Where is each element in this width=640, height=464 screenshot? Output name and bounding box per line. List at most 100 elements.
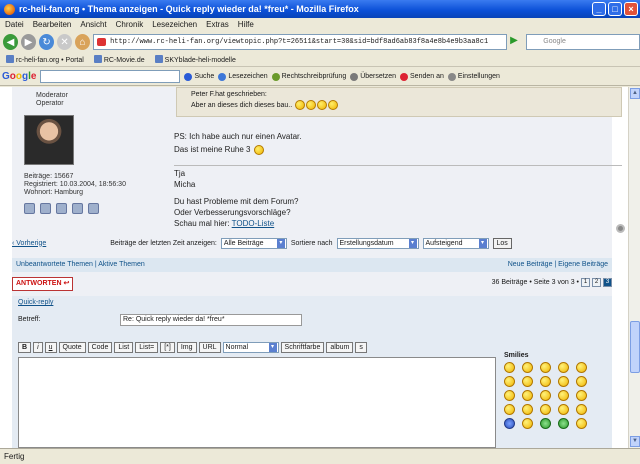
unanswered-active-links[interactable]: Unbeantwortete Themen | Aktive Themen — [16, 261, 145, 268]
sort-order-select[interactable]: Aufsteigend — [422, 237, 489, 249]
code-button[interactable]: Code — [87, 342, 113, 353]
minimize-button[interactable]: _ — [592, 2, 606, 16]
font-size-select[interactable]: Normal — [222, 342, 279, 353]
smiley-icon — [306, 100, 317, 110]
scroll-up-icon[interactable]: ▲ — [630, 88, 640, 99]
menu-lesezeichen[interactable]: Lesezeichen — [152, 20, 197, 29]
smiley-icon — [317, 100, 328, 110]
smiley-icon[interactable] — [576, 418, 587, 429]
smiley-icon[interactable] — [522, 404, 533, 415]
forward-icon[interactable]: ▶ — [21, 34, 37, 50]
translate-button[interactable]: Übersetzen — [350, 72, 396, 81]
post-count-text: 36 Beiträge • Seite 3 von 3 • — [491, 279, 579, 286]
website-icon[interactable] — [56, 203, 67, 214]
page-link[interactable]: 1 — [581, 278, 590, 287]
time-filter-select[interactable]: Alle Beiträge — [220, 237, 287, 249]
ordered-list-button[interactable]: List= — [135, 342, 159, 353]
image-button[interactable]: Img — [176, 342, 197, 353]
smiley-icon[interactable] — [558, 390, 569, 401]
smiley-icon[interactable] — [522, 418, 533, 429]
back-icon[interactable]: ◀ — [3, 34, 19, 50]
bookmark-item[interactable]: SKYblade-heli-modelle — [154, 55, 236, 64]
msn-icon[interactable] — [88, 203, 99, 214]
bookmark-item[interactable]: RC-Movie.de — [93, 55, 145, 64]
menu-hilfe[interactable]: Hilfe — [238, 20, 254, 29]
smiley-icon[interactable] — [504, 418, 515, 429]
new-own-posts-links[interactable]: Neue Beiträge | Eigene Beiträge — [508, 258, 608, 272]
gear-icon[interactable] — [616, 224, 625, 233]
smiley-icon[interactable] — [576, 362, 587, 373]
smiley-icon[interactable] — [576, 376, 587, 387]
home-icon[interactable]: ⌂ — [75, 34, 91, 50]
pm-icon[interactable] — [24, 203, 35, 214]
font-color-button[interactable]: Schriftfarbe — [280, 342, 325, 353]
page-link[interactable]: 2 — [592, 278, 601, 287]
smiley-icon[interactable] — [504, 362, 515, 373]
bookmarks-button[interactable]: Lesezeichen — [218, 72, 268, 81]
url-button[interactable]: URL — [198, 342, 221, 353]
italic-button[interactable]: i — [33, 342, 43, 353]
menu-datei[interactable]: Datei — [5, 20, 24, 29]
search-input[interactable]: Google — [526, 34, 640, 50]
maximize-button[interactable]: □ — [608, 2, 622, 16]
smiley-icon[interactable] — [522, 362, 533, 373]
smiley-icon[interactable] — [576, 404, 587, 415]
bold-button[interactable]: B — [18, 342, 32, 353]
smiley-icon[interactable] — [540, 390, 551, 401]
smilies-title: Smilies — [504, 352, 529, 359]
smiley-icon[interactable] — [504, 376, 515, 387]
smiley-icon[interactable] — [558, 362, 569, 373]
reload-icon[interactable]: ↻ — [39, 34, 55, 50]
menu-extras[interactable]: Extras — [206, 20, 229, 29]
bookmark-item[interactable]: rc-heli-fan.org • Portal — [6, 55, 84, 64]
smiley-icon[interactable] — [558, 418, 569, 429]
icq-icon[interactable] — [72, 203, 83, 214]
menu-chronik[interactable]: Chronik — [116, 20, 144, 29]
smiley-icon[interactable] — [522, 376, 533, 387]
quick-reply-title[interactable]: Quick-reply — [18, 299, 53, 306]
go-icon[interactable]: ▶ — [510, 35, 523, 49]
smiley-icon[interactable] — [576, 390, 587, 401]
close-button[interactable]: × — [624, 2, 638, 16]
smiley-icon[interactable] — [522, 390, 533, 401]
stop-icon[interactable]: ✕ — [57, 34, 73, 50]
sort-by-select[interactable]: Erstellungsdatum — [336, 237, 419, 249]
album-button[interactable]: album — [326, 342, 354, 353]
google-search-button[interactable]: Suche — [184, 72, 214, 81]
google-search-input[interactable] — [40, 70, 181, 83]
list-item-button[interactable]: [*] — [160, 342, 175, 353]
vertical-scrollbar[interactable]: ▲ ▼ — [628, 87, 640, 448]
scroll-down-icon[interactable]: ▼ — [630, 436, 640, 447]
todo-list-link[interactable]: TODO-Liste — [232, 219, 275, 228]
message-textarea[interactable] — [18, 357, 496, 448]
underline-button[interactable]: u — [44, 342, 57, 353]
smiley-icon[interactable] — [540, 418, 551, 429]
menu-ansicht[interactable]: Ansicht — [80, 20, 106, 29]
email-icon[interactable] — [40, 203, 51, 214]
post-count: Beiträge: 15667 — [24, 173, 74, 180]
subject-input[interactable]: Re: Quick reply wieder da! *freu* — [120, 314, 302, 326]
smiley-icon[interactable] — [540, 404, 551, 415]
signature-name: Micha — [174, 180, 196, 189]
spellcheck-button[interactable]: Rechtschreibprüfung — [271, 72, 346, 81]
quote-button[interactable]: Quote — [58, 342, 86, 353]
s-button[interactable]: s — [355, 342, 367, 353]
reply-button[interactable]: ANTWORTEN ↩ — [12, 277, 74, 291]
status-bar: Fertig — [0, 448, 640, 464]
smiley-icon[interactable] — [504, 390, 515, 401]
scroll-thumb[interactable] — [630, 321, 640, 373]
smiley-icon[interactable] — [504, 404, 515, 415]
smiley-icon[interactable] — [540, 376, 551, 387]
smiley-icon[interactable] — [540, 362, 551, 373]
settings-button[interactable]: Einstellungen — [447, 72, 500, 81]
menu-bearbeiten[interactable]: Bearbeiten — [33, 20, 72, 29]
poster-rank: Operator — [36, 100, 64, 107]
go-button[interactable]: Los — [492, 237, 512, 249]
previous-link[interactable]: ‹ Vorherige — [12, 240, 46, 247]
url-bar[interactable]: http://www.rc-heli-fan.org/viewtopic.php… — [93, 34, 508, 50]
smiley-icon[interactable] — [558, 376, 569, 387]
send-to-button[interactable]: Senden an — [400, 72, 444, 81]
page-link-current[interactable]: 3 — [603, 278, 612, 287]
list-button[interactable]: List — [114, 342, 134, 353]
smiley-icon[interactable] — [558, 404, 569, 415]
